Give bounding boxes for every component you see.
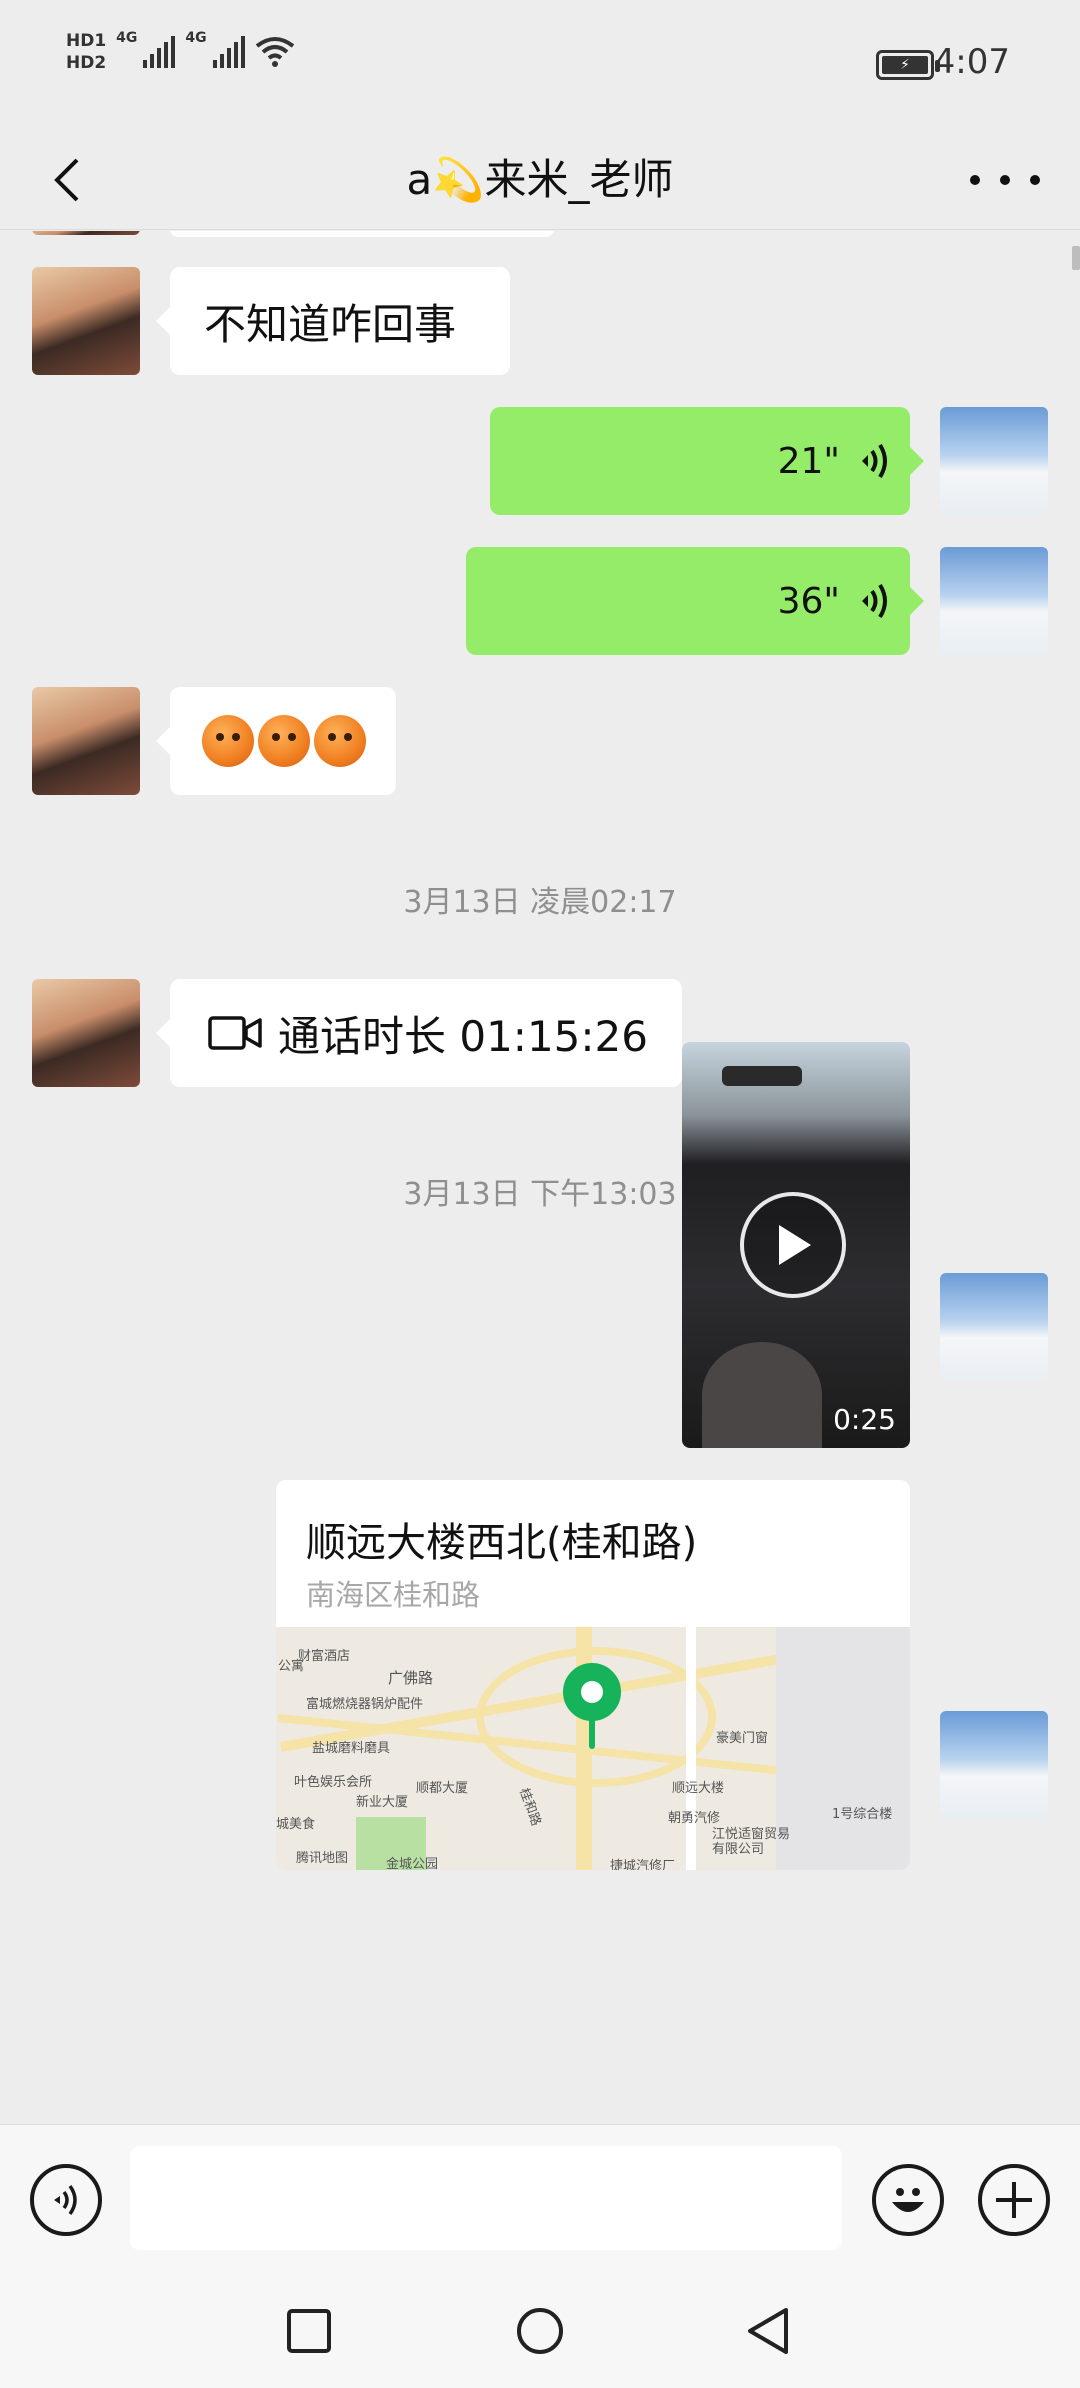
voice-duration: 21" — [777, 440, 840, 482]
text-message-bubble[interactable]: 不知道咋回事 — [156, 267, 510, 375]
voice-wave-icon — [862, 443, 887, 479]
map-label: 叶色娱乐会所 — [294, 1775, 373, 1790]
message-input[interactable] — [130, 2146, 842, 2250]
map-label: 城美食 — [276, 1817, 316, 1832]
system-navigation-bar — [0, 2274, 1080, 2388]
avatar — [32, 231, 140, 235]
hd-indicator: HD1 HD2 — [66, 30, 106, 74]
map-label: 广佛路 — [388, 1669, 434, 1687]
chat-messages[interactable]: 不知道咋回事 21" 36" 3月13日 凌晨02:17 通话时长 01:15:… — [0, 231, 1080, 2123]
voice-message-bubble[interactable]: 36" — [466, 547, 924, 655]
video-call-record-bubble[interactable]: 通话时长 01:15:26 — [156, 979, 682, 1087]
dot-icon — [1030, 175, 1040, 185]
map-label: 桂和路 — [515, 1786, 544, 1829]
map-label: 财富酒店 — [298, 1649, 351, 1664]
sweat-face-emoji-icon — [314, 715, 366, 767]
video-thumbnail-detail — [722, 1066, 802, 1086]
map-label: 捷城汽修厂 — [610, 1859, 676, 1870]
signal-indicators: HD1 HD2 4G 4G — [66, 30, 295, 74]
my-avatar[interactable] — [940, 407, 1048, 515]
back-button[interactable] — [38, 152, 94, 208]
map-label: 顺远大楼 — [672, 1781, 725, 1796]
map-label: 豪美门窗 — [716, 1731, 769, 1746]
message-input-bar — [0, 2124, 1080, 2274]
network-type-2: 4G — [185, 30, 207, 46]
map-label: 1号综合楼 — [832, 1807, 893, 1822]
back-nav-button[interactable] — [744, 2306, 794, 2356]
hd2-label: HD2 — [66, 53, 107, 73]
previous-message-bubble-edge — [170, 231, 554, 237]
chevron-left-icon — [54, 158, 79, 202]
map-label: 顺都大厦 — [416, 1781, 469, 1796]
contact-avatar[interactable] — [32, 979, 140, 1087]
sweat-face-emoji-icon — [202, 715, 254, 767]
signal-icon — [212, 36, 245, 68]
voice-wave-icon — [862, 583, 887, 619]
sweat-face-emoji-icon — [258, 715, 310, 767]
message-timestamp: 3月13日 凌晨02:17 — [403, 885, 677, 920]
plus-icon — [996, 2182, 1032, 2218]
map-label: 盐城磨料磨具 — [312, 1741, 391, 1756]
voice-message-bubble[interactable]: 21" — [490, 407, 924, 515]
more-functions-button[interactable] — [978, 2164, 1050, 2236]
voice-icon — [54, 2184, 77, 2216]
contact-avatar[interactable] — [32, 687, 140, 795]
signal-icon — [143, 36, 176, 68]
network-type-1: 4G — [116, 30, 138, 46]
location-name: 顺远大楼西北(桂和路) — [306, 1520, 698, 1566]
contact-avatar[interactable] — [32, 267, 140, 375]
my-avatar[interactable] — [940, 547, 1048, 655]
smiley-icon — [892, 2188, 924, 2212]
dot-icon — [1000, 175, 1010, 185]
dot-icon — [970, 175, 980, 185]
status-bar: HD1 HD2 4G 4G ⚡ 4:07 — [0, 0, 1080, 130]
message-timestamp: 3月13日 下午13:03 — [403, 1177, 677, 1212]
location-map-preview[interactable]: 财富酒店 广佛路 公寓 富城燃烧器锅炉配件 盐城磨料磨具 叶色娱乐会所 新业大厦… — [276, 1627, 910, 1870]
map-label: 富城燃烧器锅炉配件 — [306, 1697, 424, 1712]
chat-header: a💫来米_老师 — [0, 130, 1080, 230]
more-options-button[interactable] — [970, 160, 1040, 200]
video-call-duration: 通话时长 01:15:26 — [278, 1011, 648, 1061]
status-time: 4:07 — [933, 42, 1010, 82]
video-thumbnail-detail — [702, 1342, 822, 1448]
scrollbar[interactable] — [1072, 246, 1080, 270]
video-duration: 0:25 — [833, 1403, 896, 1436]
home-button[interactable] — [515, 2306, 565, 2356]
emoji-message-bubble[interactable] — [156, 687, 396, 795]
map-credit: 腾讯地图 — [296, 1851, 349, 1866]
map-pin-stem — [589, 1717, 595, 1749]
map-label: 新业大厦 — [356, 1795, 409, 1810]
my-avatar[interactable] — [940, 1711, 1048, 1819]
emoji-button[interactable] — [872, 2164, 944, 2236]
map-label: 朝勇汽修 — [668, 1811, 721, 1826]
map-label: 金城公园 — [386, 1857, 439, 1870]
map-pin-icon — [563, 1663, 621, 1721]
recent-apps-button[interactable] — [284, 2306, 334, 2356]
map-label: 公寓 — [278, 1659, 305, 1674]
location-address: 南海区桂和路 — [306, 1578, 481, 1612]
map-label: 江悦适窗贸易有限公司 — [712, 1827, 791, 1857]
play-icon — [779, 1225, 811, 1265]
my-avatar[interactable] — [940, 1273, 1048, 1381]
hd1-label: HD1 — [66, 31, 107, 51]
chat-title: a💫来米_老师 — [406, 155, 674, 204]
voice-duration: 36" — [777, 580, 840, 622]
message-text: 不知道咋回事 — [204, 299, 457, 349]
play-button[interactable] — [740, 1192, 846, 1298]
video-message[interactable]: 0:25 — [682, 1042, 910, 1448]
voice-input-button[interactable] — [30, 2164, 102, 2236]
location-message-card[interactable]: 顺远大楼西北(桂和路) 南海区桂和路 财富酒店 广佛路 公寓 富城燃烧器锅炉配件… — [276, 1480, 910, 1870]
map-road — [686, 1627, 696, 1870]
wifi-icon — [255, 37, 294, 67]
battery-icon: ⚡ — [876, 50, 940, 80]
video-camera-icon — [208, 1016, 262, 1050]
